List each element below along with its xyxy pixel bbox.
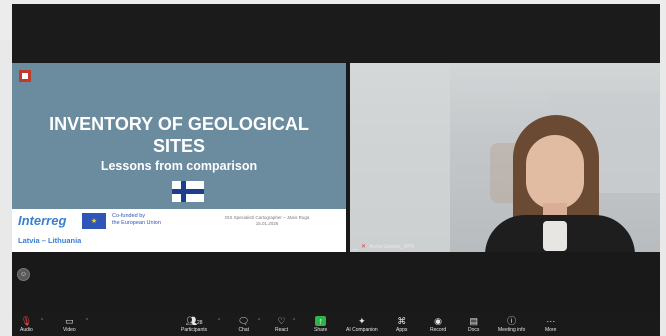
video-options-chevron-icon[interactable]: ⌃ [85, 318, 89, 324]
chat-button[interactable]: 🗨︎ Chat [238, 316, 249, 334]
more-icon: ⋯ [546, 316, 556, 326]
meeting-info-button[interactable]: ⓘ Meeting info [498, 316, 525, 334]
camera-icon: ▭ [65, 316, 74, 326]
record-icon: ◉ [434, 316, 442, 326]
participant-name: Anna Upsala_KPK [369, 243, 415, 250]
slide-footer: Interreg ★ Co-funded by the European Uni… [12, 209, 346, 252]
share-label: Share [314, 327, 328, 333]
record-label: Record [430, 327, 447, 333]
slide-title-line1: INVENTORY OF GEOLOGICAL [49, 114, 309, 134]
slide-credits: GIS Specialist/ Cartographer – Jānis Rug… [222, 215, 312, 227]
slide-title: INVENTORY OF GEOLOGICAL SITES [12, 113, 346, 157]
react-options-chevron-icon[interactable]: ⌃ [292, 318, 296, 324]
university-logo-icon [19, 70, 31, 82]
share-screen-icon: ↑ [315, 316, 327, 326]
sparkle-icon: ✦ [358, 316, 366, 326]
participant-video[interactable] [350, 63, 660, 252]
participants-label: Participants [181, 327, 208, 333]
audio-button[interactable]: 🎙︎ Audio [20, 316, 33, 334]
ai-companion-label: AI Companion [346, 327, 378, 333]
heart-icon: ♡ [277, 316, 286, 326]
credits-line2: 15.01.2026 [255, 221, 279, 226]
participants-icon: 👥︎28 [185, 316, 203, 326]
react-button[interactable]: ♡ React [275, 316, 288, 334]
shared-screen-slide: INVENTORY OF GEOLOGICAL SITES Lessons fr… [12, 63, 346, 252]
more-button[interactable]: ⋯ More [545, 316, 556, 334]
participants-button[interactable]: 👥︎28 Participants [181, 316, 207, 334]
slide-title-line2: SITES [152, 136, 205, 156]
region-label: Latvia – Lithuania [18, 236, 82, 245]
ai-companion-button[interactable]: ✦ AI Companion [346, 316, 378, 334]
participant-name-tag: ✕ Anna Upsala_KPK [352, 243, 415, 250]
more-label: More [545, 327, 557, 333]
chat-label: Chat [238, 327, 249, 333]
meeting-toolbar [12, 313, 660, 336]
apps-label: Apps [396, 327, 408, 333]
video-label: Video [63, 327, 76, 333]
cofunded-text: Co-funded by the European Union [112, 213, 161, 227]
info-icon: ⓘ [507, 316, 517, 326]
react-label: React [275, 327, 289, 333]
audio-options-chevron-icon[interactable]: ⌃ [40, 318, 44, 324]
video-button[interactable]: ▭ Video [63, 316, 76, 334]
participants-options-chevron-icon[interactable]: ⌃ [217, 318, 221, 324]
meeting-info-label: Meeting info [498, 327, 526, 333]
cofunded-line2: the European Union [112, 220, 161, 226]
finland-flag-icon [172, 181, 204, 202]
eu-flag-icon: ★ [82, 213, 106, 229]
share-button[interactable]: ↑ Share [314, 316, 327, 334]
chat-options-chevron-icon[interactable]: ⌃ [257, 318, 261, 324]
docs-icon: ▤ [469, 316, 478, 326]
audio-label: Audio [20, 327, 33, 333]
interreg-logo: Interreg [18, 213, 67, 228]
meeting-top-area [12, 4, 660, 62]
mic-off-icon: 🎙︎ [20, 316, 33, 326]
participant-face [526, 135, 584, 209]
cofunded-line1: Co-funded by [112, 213, 146, 219]
record-button[interactable]: ◉ Record [430, 316, 446, 334]
docs-label: Docs [468, 327, 480, 333]
docs-button[interactable]: ▤ Docs [468, 316, 479, 334]
reaction-icon[interactable]: ☺ [17, 268, 30, 281]
signal-icon [352, 244, 358, 250]
mic-muted-icon: ✕ [361, 244, 367, 250]
chat-icon: 🗨︎ [238, 316, 250, 326]
slide-subtitle: Lessons from comparison [100, 159, 258, 173]
apps-icon: ⌘ [397, 316, 407, 326]
apps-button[interactable]: ⌘ Apps [396, 316, 407, 334]
